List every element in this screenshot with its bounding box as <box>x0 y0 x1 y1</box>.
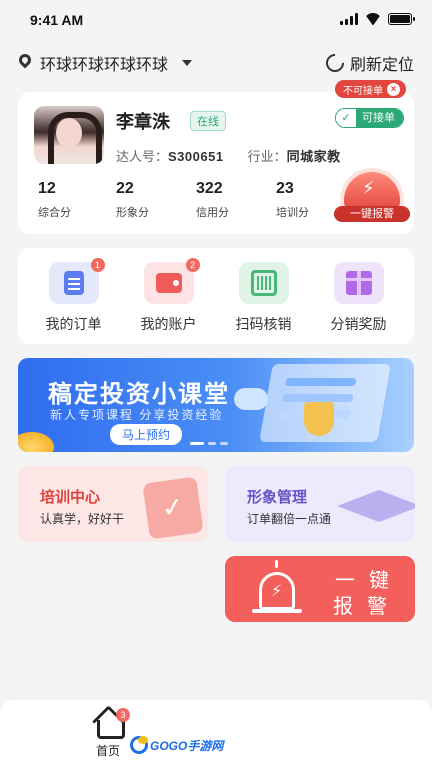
training-center-subtitle: 认真学，好好干 <box>40 512 125 526</box>
menu-icon-box: 2 <box>143 258 200 304</box>
chevron-down-icon <box>182 60 193 66</box>
menu-item-distribution-reward[interactable]: 分销奖励 <box>314 248 404 344</box>
profile-name: 李章洙 <box>116 112 170 132</box>
shield-illustration <box>304 402 334 436</box>
image-management-subtitle: 订单翻倍一点通 <box>247 512 332 526</box>
menu-label: 我的账户 <box>140 316 197 332</box>
order-icon <box>63 271 84 295</box>
stat-value: 22 <box>116 180 134 197</box>
stat-label: 形象分 <box>116 207 149 219</box>
quick-alarm-button[interactable]: 一键报警 <box>334 172 410 224</box>
menu-label: 扫码核销 <box>235 316 292 332</box>
scan-icon <box>250 270 277 296</box>
quick-menu: 1 我的订单 2 我的账户 扫码核销 分销奖励 <box>18 248 414 344</box>
not-accept-orders-label: 不可接单 <box>343 85 383 97</box>
tab-home[interactable]: 3 首页 <box>86 708 130 759</box>
expert-id-label: 达人号： <box>116 149 169 164</box>
cloud-illustration <box>234 388 268 410</box>
menu-label: 分销奖励 <box>330 316 387 332</box>
menu-item-my-account[interactable]: 2 我的账户 <box>124 248 214 344</box>
image-management-title: 形象管理 <box>247 489 308 506</box>
quick-alarm-label: 一键报警 <box>334 206 410 222</box>
accept-orders-label: 可接单 <box>356 109 403 127</box>
status-icons <box>340 13 415 25</box>
close-icon: × <box>387 82 400 96</box>
alarm-label-line2: 报警 <box>333 596 401 618</box>
signal-icon <box>340 13 358 25</box>
profile-meta: 达人号：S300651 行业：同城家教 <box>116 146 341 165</box>
image-management-card[interactable]: 形象管理 订单翻倍一点通 <box>225 466 415 542</box>
badge-count: 1 <box>90 258 105 272</box>
menu-icon-box <box>238 262 289 304</box>
not-accept-orders-tag[interactable]: 不可接单 × <box>335 80 406 98</box>
refresh-location-button[interactable]: 刷新定位 <box>322 50 414 76</box>
training-center-card[interactable]: 培训中心 认真学，好好干 <box>18 466 208 542</box>
emergency-alarm-button[interactable]: 一键 报警 <box>225 556 415 622</box>
status-time: 9:41 AM <box>30 12 84 28</box>
watermark-logo: GOGO手游网 <box>130 732 223 758</box>
industry-label: 行业： <box>247 149 287 164</box>
banner-subtitle: 新人专项课程 分享投资经验 <box>50 408 224 422</box>
accept-orders-toggle[interactable]: ✓ 可接单 <box>335 108 404 128</box>
alarm-label-line1: 一键 <box>335 570 403 592</box>
stat-label: 综合分 <box>38 207 71 219</box>
stat-value: 12 <box>38 180 56 197</box>
stat-value: 322 <box>196 180 223 197</box>
alarm-icon <box>252 572 302 613</box>
location-name: 环球环球环球环球 <box>40 57 169 74</box>
gift-icon <box>345 271 372 295</box>
avatar[interactable] <box>34 106 104 164</box>
wallet-icon <box>155 273 182 293</box>
expert-id-value: S300651 <box>168 149 224 164</box>
location-row: 环球环球环球环球 刷新定位 <box>18 48 414 78</box>
carousel-indicator <box>190 442 228 445</box>
graduation-cap-icon <box>337 490 415 522</box>
menu-icon-box: 1 <box>48 258 105 304</box>
stat-label: 信用分 <box>196 207 229 219</box>
stat-image[interactable]: 22 形象分 <box>116 180 196 220</box>
wifi-icon <box>364 13 382 25</box>
badge-count: 2 <box>185 258 200 272</box>
menu-item-scan-verify[interactable]: 扫码核销 <box>219 248 309 344</box>
coin-illustration <box>18 432 54 452</box>
banner-title: 稿定投资小课堂 <box>48 381 230 408</box>
badge-count: 3 <box>116 708 130 722</box>
check-icon: ✓ <box>336 109 356 127</box>
menu-icon-box <box>333 262 384 304</box>
watermark-text: GOGO手游网 <box>150 738 224 753</box>
profile-card: 李章洙 在线 不可接单 × ✓ 可接单 达人号：S300651 行业：同城家教 … <box>18 80 414 234</box>
battery-icon <box>388 13 415 25</box>
checklist-icon <box>142 476 204 540</box>
promo-banner[interactable]: 稿定投资小课堂 新人专项课程 分享投资经验 马上预约 <box>18 358 414 452</box>
stat-credit[interactable]: 322 信用分 <box>196 180 276 220</box>
location-pin-icon <box>18 54 32 72</box>
logo-icon <box>130 736 148 754</box>
industry-value: 同城家教 <box>286 149 341 164</box>
menu-label: 我的订单 <box>45 316 102 332</box>
menu-item-my-orders[interactable]: 1 我的订单 <box>29 248 119 344</box>
refresh-icon <box>322 50 348 76</box>
refresh-location-label: 刷新定位 <box>349 57 414 74</box>
status-bar: 9:41 AM <box>0 0 432 40</box>
score-stats: 12 综合分 22 形象分 322 信用分 23 培训分 <box>36 180 356 220</box>
stat-overall[interactable]: 12 综合分 <box>36 180 116 220</box>
online-status-badge: 在线 <box>190 111 226 131</box>
tab-home-label: 首页 <box>95 744 120 758</box>
banner-book-button[interactable]: 马上预约 <box>110 424 183 445</box>
location-selector[interactable]: 环球环球环球环球 <box>18 51 193 75</box>
alarm-ray <box>275 560 278 568</box>
training-center-title: 培训中心 <box>40 489 101 506</box>
